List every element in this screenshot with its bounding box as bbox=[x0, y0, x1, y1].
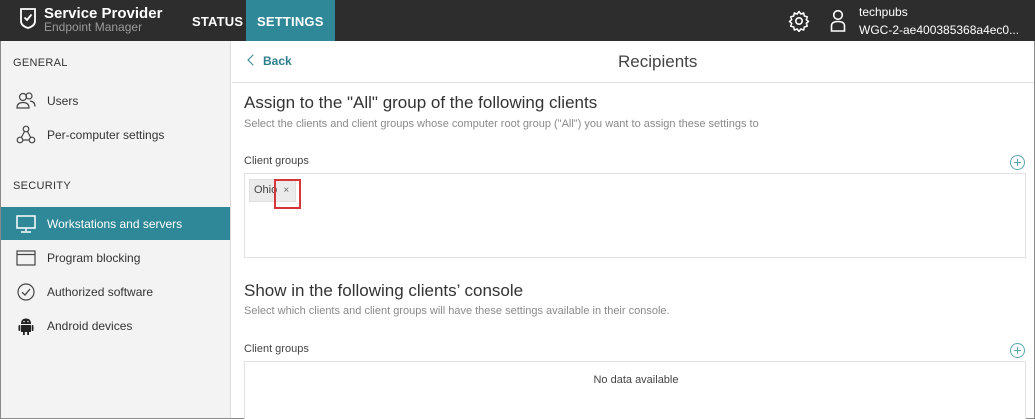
page-title: Recipients bbox=[618, 52, 698, 71]
sidebar-item-label: Workstations and servers bbox=[47, 217, 183, 231]
sidebar-item-android-devices[interactable]: Android devices bbox=[1, 309, 230, 342]
android-icon bbox=[18, 318, 34, 335]
app-subtitle: Endpoint Manager bbox=[44, 20, 143, 34]
sidebar-item-per-computer-settings[interactable]: Per-computer settings bbox=[1, 118, 230, 151]
tab-settings[interactable]: SETTINGS bbox=[246, 0, 335, 41]
user-name[interactable]: techpubs bbox=[859, 5, 908, 19]
console-client-groups-field[interactable]: No data available bbox=[244, 361, 1026, 419]
sidebar-item-authorized-software[interactable]: Authorized software bbox=[1, 275, 230, 308]
section-assign-description: Select the clients and client groups who… bbox=[244, 118, 759, 130]
user-icon[interactable] bbox=[830, 9, 846, 33]
back-label: Back bbox=[263, 54, 292, 68]
section-console-heading: Show in the following clients’ console bbox=[244, 281, 524, 300]
highlight-box bbox=[274, 179, 301, 209]
users-icon bbox=[16, 92, 36, 109]
main-content: Back Recipients Assign to the "All" grou… bbox=[232, 41, 1034, 419]
client-groups-label: Client groups bbox=[244, 155, 309, 167]
header-divider bbox=[232, 82, 1034, 83]
sidebar-item-program-blocking[interactable]: Program blocking bbox=[1, 241, 230, 274]
back-button[interactable]: Back bbox=[247, 54, 292, 68]
sidebar-item-label: Users bbox=[47, 94, 79, 108]
sidebar-item-users[interactable]: Users bbox=[1, 84, 230, 117]
client-groups-field[interactable]: Ohio × bbox=[244, 173, 1026, 258]
account-id[interactable]: WGC-2-ae400385368a4ec0... bbox=[859, 23, 1029, 37]
sidebar-item-label: Program blocking bbox=[47, 251, 141, 265]
chevron-left-icon bbox=[247, 54, 259, 66]
sidebar-item-label: Per-computer settings bbox=[47, 128, 165, 142]
app-logo[interactable]: Service Provider Endpoint Manager bbox=[18, 5, 188, 37]
monitor-icon bbox=[16, 215, 36, 233]
sidebar-item-label: Android devices bbox=[47, 319, 133, 333]
add-client-group-button[interactable] bbox=[1010, 343, 1025, 358]
network-icon bbox=[16, 125, 36, 144]
window-icon bbox=[16, 250, 36, 266]
gear-icon[interactable] bbox=[788, 10, 810, 32]
section-console-description: Select which clients and client groups w… bbox=[244, 305, 670, 317]
sidebar-item-workstations-and-servers[interactable]: Workstations and servers bbox=[1, 207, 230, 240]
tab-status[interactable]: STATUS bbox=[181, 0, 254, 41]
empty-state-text: No data available bbox=[593, 374, 679, 386]
sidebar-item-label: Authorized software bbox=[47, 285, 154, 299]
client-groups-label: Client groups bbox=[244, 343, 309, 355]
section-assign-heading: Assign to the "All" group of the followi… bbox=[244, 93, 598, 112]
add-client-group-button[interactable] bbox=[1010, 155, 1025, 170]
sidebar: GENERAL Users Per-computer settings SECU… bbox=[1, 41, 231, 418]
shield-check-icon bbox=[20, 8, 36, 29]
top-bar: Service Provider Endpoint Manager STATUS… bbox=[0, 0, 1035, 41]
sidebar-section-security: SECURITY bbox=[13, 180, 72, 192]
sidebar-section-general: GENERAL bbox=[13, 57, 68, 69]
check-circle-icon bbox=[17, 283, 35, 301]
